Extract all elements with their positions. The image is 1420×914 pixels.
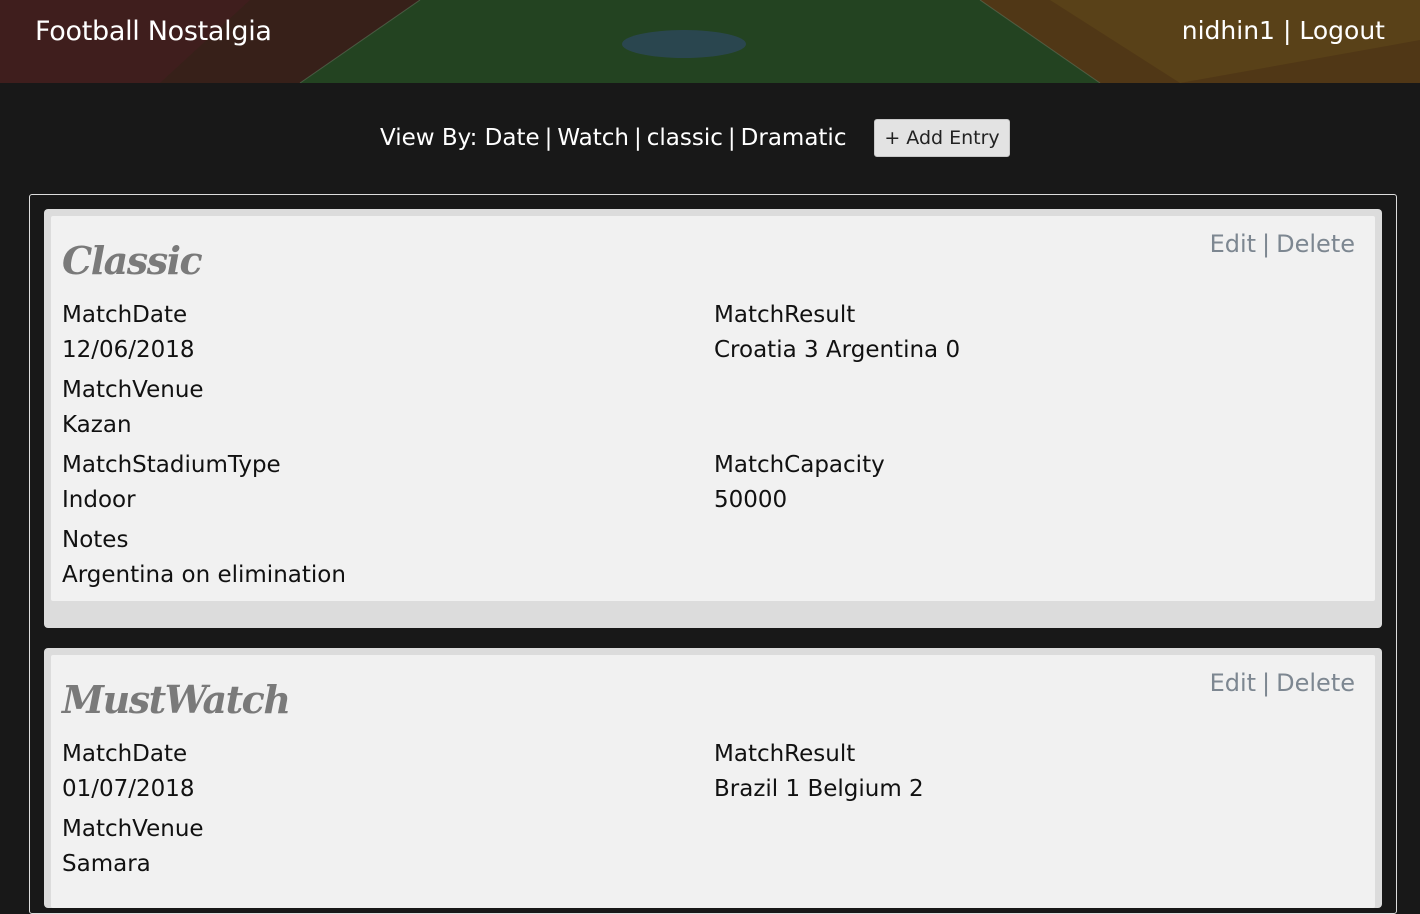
actions-separator: | <box>1262 230 1271 258</box>
view-by-dramatic-link[interactable]: Dramatic <box>741 119 847 157</box>
entry-card-body: Classic Edit | Delete MatchDate 12/06/2018… <box>51 216 1375 601</box>
delete-link[interactable]: Delete <box>1276 669 1355 697</box>
match-result-value: Brazil 1 Belgium 2 <box>714 776 924 802</box>
delete-link[interactable]: Delete <box>1276 230 1355 258</box>
edit-link[interactable]: Edit <box>1210 669 1256 697</box>
notes-label: Notes <box>62 527 129 553</box>
match-date-label: MatchDate <box>62 741 188 767</box>
header-banner: Football Nostalgia nidhin1 | Logout <box>0 0 1420 83</box>
add-entry-button[interactable]: + Add Entry <box>874 119 1010 157</box>
entry-title: MustWatch <box>62 677 291 722</box>
match-date-label: MatchDate <box>62 302 188 328</box>
match-stadium-type-value: Indoor <box>62 487 136 513</box>
view-by-date-link[interactable]: Date <box>485 119 540 157</box>
view-by-separator: | <box>634 125 642 151</box>
user-menu: nidhin1 | Logout <box>1182 16 1385 45</box>
view-by-separator: | <box>727 125 736 151</box>
match-venue-value: Samara <box>62 851 151 877</box>
view-by-separator: | <box>544 125 553 151</box>
match-capacity-value: 50000 <box>714 487 788 513</box>
edit-link[interactable]: Edit <box>1210 230 1256 258</box>
view-by-label: View By: <box>380 125 478 151</box>
entry-actions: Edit | Delete <box>1210 669 1355 697</box>
entry-card-body: MustWatch Edit | Delete MatchDate 01/07/20… <box>51 655 1375 908</box>
match-venue-label: MatchVenue <box>62 816 204 842</box>
logout-link[interactable]: Logout <box>1299 16 1385 45</box>
entry-card: MustWatch Edit | Delete MatchDate 01/07/20… <box>44 648 1382 908</box>
view-by-bar: View By: Date | Watch | classic | Dramatic <box>380 119 846 157</box>
user-separator: | <box>1282 16 1292 45</box>
match-venue-label: MatchVenue <box>62 377 204 403</box>
brand-title[interactable]: Football Nostalgia <box>35 16 272 47</box>
match-capacity-label: MatchCapacity <box>714 452 885 478</box>
entry-card: Classic Edit | Delete MatchDate 12/06/2018… <box>44 209 1382 628</box>
notes-value: Argentina on elimination <box>62 562 346 588</box>
match-result-label: MatchResult <box>714 302 856 328</box>
entry-title: Classic <box>62 238 203 283</box>
username-label: nidhin1 <box>1181 16 1275 45</box>
match-venue-value: Kazan <box>62 412 132 438</box>
view-by-watch-link[interactable]: Watch <box>557 119 629 157</box>
match-result-value: Croatia 3 Argentina 0 <box>714 337 961 363</box>
match-stadium-type-label: MatchStadiumType <box>62 452 281 478</box>
entry-actions: Edit | Delete <box>1210 230 1355 258</box>
match-date-value: 12/06/2018 <box>62 337 195 363</box>
view-by-classic-link[interactable]: classic <box>647 119 723 157</box>
match-date-value: 01/07/2018 <box>62 776 195 802</box>
match-result-label: MatchResult <box>714 741 856 767</box>
actions-separator: | <box>1262 669 1271 697</box>
